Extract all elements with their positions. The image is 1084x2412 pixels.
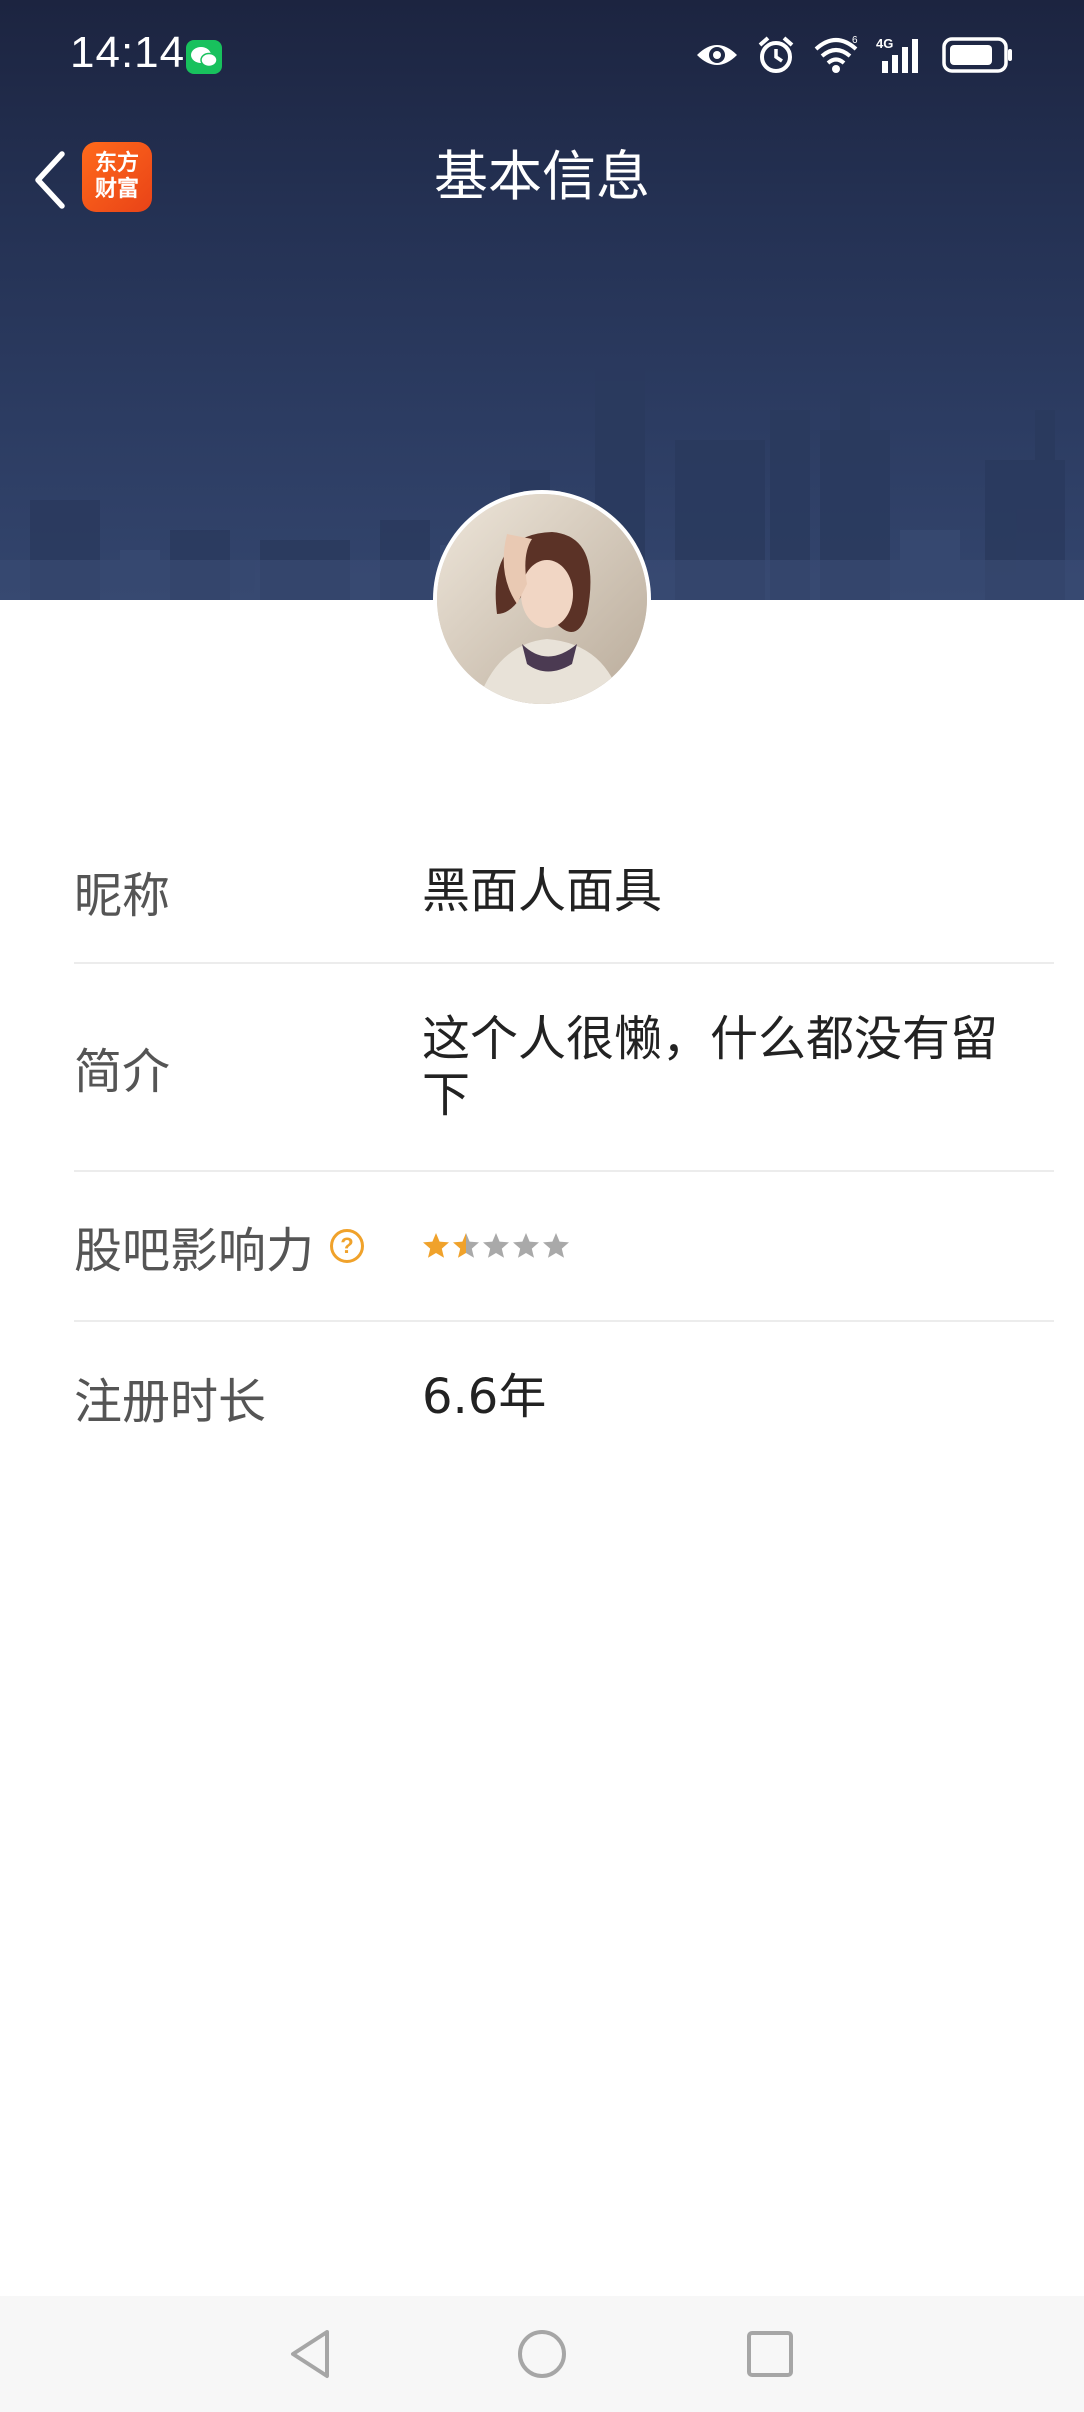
- influence-rating: [422, 1232, 1054, 1260]
- alarm-icon: [758, 36, 794, 73]
- profile-info-list: 昵称 黑面人面具 简介 这个人很懒，什么都没有留下 股吧影响力 ? 注册时长 6…: [74, 820, 1054, 1472]
- star-icon: [543, 1233, 569, 1258]
- recents-square-icon: [747, 2331, 793, 2377]
- avatar-image: [437, 494, 647, 704]
- status-bar: 14:14 6 4G: [0, 0, 1084, 112]
- influence-label-wrap: 股吧影响力 ?: [74, 1211, 422, 1281]
- page-title: 基本信息: [434, 145, 650, 208]
- star-icon: [483, 1233, 509, 1258]
- registration-value: 6.6年: [422, 1369, 547, 1425]
- influence-label: 股吧影响力: [74, 1223, 315, 1279]
- bio-row: 简介 这个人很懒，什么都没有留下: [74, 964, 1054, 1172]
- wechat-icon: [186, 40, 222, 74]
- star-icon: [513, 1233, 539, 1258]
- system-nav-bar: [0, 2296, 1084, 2412]
- nav-home-button[interactable]: [502, 2318, 582, 2390]
- wifi-icon: 6: [814, 35, 858, 73]
- status-time: 14:14: [70, 28, 186, 77]
- battery-icon: [942, 37, 1012, 73]
- status-icons: 6 4G: [694, 30, 1014, 80]
- svg-text:6: 6: [852, 35, 858, 46]
- nickname-label: 昵称: [74, 868, 171, 924]
- star-rating: [422, 1232, 1014, 1260]
- nav-recents-button[interactable]: [730, 2318, 810, 2390]
- bio-label: 简介: [74, 1044, 171, 1100]
- nickname-value: 黑面人面具: [422, 863, 663, 919]
- nav-back-button[interactable]: [270, 2318, 350, 2390]
- nickname-row: 昵称 黑面人面具: [74, 820, 1054, 964]
- bio-value: 这个人很懒，什么都没有留下: [422, 1011, 999, 1123]
- registration-row: 注册时长 6.6年: [74, 1322, 1054, 1472]
- avatar[interactable]: [437, 494, 647, 704]
- eye-icon: [697, 45, 737, 65]
- star-icon: [453, 1233, 479, 1258]
- help-icon[interactable]: ?: [330, 1229, 365, 1263]
- registration-label: 注册时长: [74, 1374, 267, 1430]
- signal-4g-icon: 4G: [876, 36, 918, 73]
- influence-row: 股吧影响力 ?: [74, 1172, 1054, 1322]
- back-triangle-icon: [291, 2330, 329, 2378]
- svg-text:4G: 4G: [876, 36, 893, 51]
- star-icon: [423, 1233, 449, 1258]
- home-circle-icon: [518, 2330, 566, 2378]
